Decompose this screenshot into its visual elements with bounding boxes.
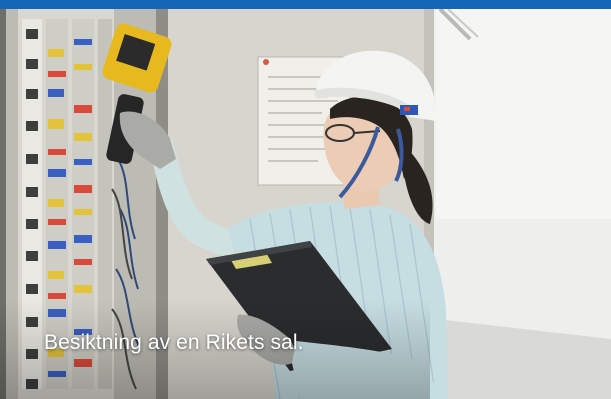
top-accent-bar [0, 0, 611, 9]
photo-caption: Besiktning av en Rikets sal. [44, 331, 304, 354]
hero-photo: Besiktning av en Rikets sal. [0, 9, 611, 399]
